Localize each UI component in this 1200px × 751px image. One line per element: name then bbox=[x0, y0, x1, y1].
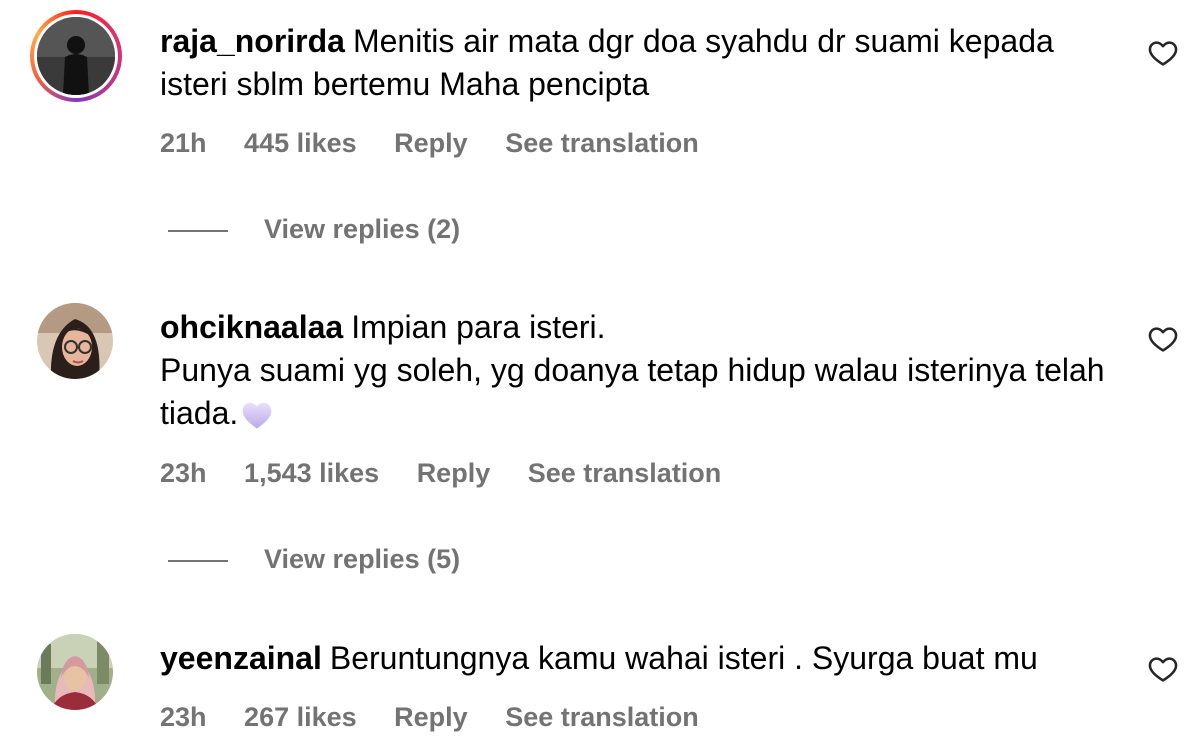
view-replies-label: View replies (5) bbox=[264, 544, 461, 574]
comment-text: Beruntungnya kamu wahai isteri . Syurga … bbox=[329, 640, 1038, 676]
comment-meta: 21h 445 likes Reply See translation bbox=[160, 127, 729, 159]
avatar[interactable] bbox=[30, 10, 122, 102]
purple-heart-icon bbox=[240, 398, 274, 441]
comment-username[interactable]: raja_norirda bbox=[160, 23, 345, 59]
comment-time: 23h bbox=[160, 458, 207, 488]
comment-username[interactable]: yeenzainal bbox=[160, 640, 322, 676]
heart-outline-icon[interactable] bbox=[1147, 653, 1179, 685]
comment-text-line2: Punya suami yg soleh, yg doanya tetap hi… bbox=[160, 352, 1105, 431]
comment-username[interactable]: ohciknaalaa bbox=[160, 309, 343, 345]
profile-photo-icon bbox=[37, 303, 113, 379]
likes-count[interactable]: 445 likes bbox=[244, 128, 357, 158]
see-translation-button[interactable]: See translation bbox=[505, 702, 699, 732]
profile-photo-icon bbox=[37, 17, 115, 95]
avatar[interactable] bbox=[37, 303, 113, 379]
comment-meta: 23h 267 likes Reply See translation bbox=[160, 701, 729, 733]
reply-button[interactable]: Reply bbox=[417, 458, 491, 488]
likes-count[interactable]: 267 likes bbox=[244, 702, 357, 732]
divider-line bbox=[168, 559, 228, 562]
profile-photo-icon bbox=[37, 634, 113, 710]
comment-text-line1: Impian para isteri. bbox=[351, 309, 606, 345]
likes-count[interactable]: 1,543 likes bbox=[244, 458, 379, 488]
view-replies-button[interactable]: View replies (5) bbox=[168, 543, 460, 575]
comment-text-block: yeenzainal Beruntungnya kamu wahai isteri… bbox=[160, 637, 1120, 680]
comment-time: 21h bbox=[160, 128, 207, 158]
comment-time: 23h bbox=[160, 702, 207, 732]
heart-outline-icon[interactable] bbox=[1147, 37, 1179, 69]
divider-line bbox=[168, 229, 228, 232]
reply-button[interactable]: Reply bbox=[394, 128, 468, 158]
heart-outline-icon[interactable] bbox=[1147, 323, 1179, 355]
comment-text-block: raja_norirda Menitis air mata dgr doa sya… bbox=[160, 20, 1120, 106]
see-translation-button[interactable]: See translation bbox=[528, 458, 722, 488]
comment-meta: 23h 1,543 likes Reply See translation bbox=[160, 457, 751, 489]
view-replies-button[interactable]: View replies (2) bbox=[168, 213, 460, 245]
avatar[interactable] bbox=[37, 634, 113, 710]
reply-button[interactable]: Reply bbox=[394, 702, 468, 732]
view-replies-label: View replies (2) bbox=[264, 214, 461, 244]
see-translation-button[interactable]: See translation bbox=[505, 128, 699, 158]
comment-text-block: ohciknaalaa Impian para isteri. Punya sua… bbox=[160, 306, 1120, 441]
